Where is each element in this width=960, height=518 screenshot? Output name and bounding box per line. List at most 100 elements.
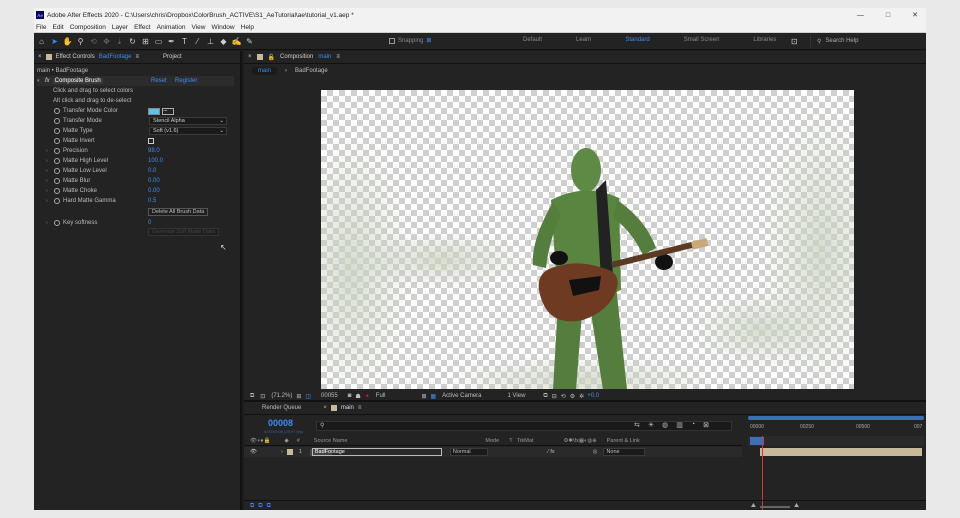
trkmat-header[interactable]: TrkMat xyxy=(517,438,534,444)
current-time[interactable]: 00055 xyxy=(321,393,338,399)
project-tab[interactable]: Project xyxy=(163,54,182,60)
rotation-tool-icon[interactable]: ↻ xyxy=(127,36,138,47)
timeline-timecode[interactable]: 00008 xyxy=(268,418,293,428)
comp-tab-main[interactable]: main xyxy=(252,67,278,75)
stopwatch-icon[interactable] xyxy=(54,168,60,174)
selection-tool-icon[interactable]: ➤ xyxy=(49,36,60,47)
layer-switches-icon[interactable]: ⁄ fx xyxy=(548,449,555,455)
flowchart-icon[interactable]: ⟲ xyxy=(561,393,566,400)
grid-icon[interactable]: ⊞ xyxy=(296,393,301,400)
ruler-track[interactable] xyxy=(748,436,924,446)
current-time-indicator-line[interactable] xyxy=(762,436,763,510)
menu-help[interactable]: Help xyxy=(241,24,254,31)
close-panel-icon[interactable]: × xyxy=(38,54,42,60)
comp-mini-flowchart-icon[interactable]: ⇆ xyxy=(634,421,640,429)
snapping-toggle[interactable]: Snapping ⊠ xyxy=(389,37,431,44)
resolution-dropdown[interactable]: Full xyxy=(376,393,386,399)
menu-effect[interactable]: Effect xyxy=(134,24,151,31)
key-softness-value[interactable]: 0 xyxy=(148,220,151,226)
dolly-camera-icon[interactable]: ⇣ xyxy=(114,36,125,47)
layer-name[interactable]: BadFootage xyxy=(311,448,442,456)
zoom-out-icon[interactable]: ⛰ xyxy=(751,503,756,510)
eraser-tool-icon[interactable]: ◆ xyxy=(218,36,229,47)
clone-stamp-icon[interactable]: ⊥ xyxy=(205,36,216,47)
always-preview-icon[interactable]: ⧉ xyxy=(250,393,254,400)
search-help-input[interactable]: Search Help xyxy=(825,38,858,44)
matte-choke-value[interactable]: 0.00 xyxy=(148,188,160,194)
comp-breadcrumb-layer[interactable]: BadFootage xyxy=(295,68,328,74)
expand-layer-icon[interactable]: › xyxy=(281,449,283,455)
effect-controls-tab[interactable]: Effect Controls xyxy=(56,54,95,60)
menu-file[interactable]: File xyxy=(36,24,46,31)
stopwatch-icon[interactable] xyxy=(54,108,60,114)
visibility-icon[interactable]: 👁 xyxy=(250,449,257,455)
matte-low-value[interactable]: 0.0 xyxy=(148,168,156,174)
show-snapshot-icon[interactable]: ☗ xyxy=(355,393,360,400)
magnification-dropdown[interactable]: (71.2%) xyxy=(271,393,292,399)
stopwatch-icon[interactable] xyxy=(54,198,60,204)
zoom-in-icon[interactable]: ⛰ xyxy=(794,503,799,510)
stopwatch-icon[interactable] xyxy=(54,158,60,164)
source-name-header[interactable]: Source Name xyxy=(314,438,348,444)
workspace-default[interactable]: Default xyxy=(523,37,542,43)
stopwatch-icon[interactable] xyxy=(54,188,60,194)
menu-edit[interactable]: Edit xyxy=(52,24,63,31)
soft-matte-button[interactable]: Generate Soft Matte Data xyxy=(148,228,219,236)
matte-blur-value[interactable]: 0.00 xyxy=(148,178,160,184)
exposure-icon[interactable]: ✲ xyxy=(579,393,584,400)
matte-high-value[interactable]: 100.0 xyxy=(148,158,163,164)
snapshot-icon[interactable]: ◙ xyxy=(348,393,352,399)
effect-controls-layer-tab[interactable]: BadFootage xyxy=(99,54,132,60)
toggle-modes-icon[interactable]: ⧉ xyxy=(258,503,262,510)
matte-invert-checkbox[interactable] xyxy=(148,138,154,144)
menu-layer[interactable]: Layer xyxy=(112,24,128,31)
workspace-learn[interactable]: Learn xyxy=(576,37,591,43)
panel-menu-icon[interactable]: ≡ xyxy=(358,405,362,411)
lock-icon[interactable]: 🔓 xyxy=(268,54,275,61)
pick-whip-icon[interactable]: ◎ xyxy=(593,449,598,455)
composition-viewer[interactable] xyxy=(321,90,854,390)
hand-tool-icon[interactable]: ✋ xyxy=(62,36,73,47)
work-area-bar[interactable] xyxy=(748,416,924,420)
workspace-menu-icon[interactable]: ⊡ xyxy=(791,37,798,46)
render-queue-tab[interactable]: Render Queue xyxy=(262,405,301,411)
channel-icon[interactable]: ✦ xyxy=(365,393,370,400)
close-button[interactable]: ✕ xyxy=(912,11,918,19)
3d-renderer-icon[interactable]: ⚙ xyxy=(570,393,575,400)
stopwatch-icon[interactable] xyxy=(54,138,60,144)
delete-brush-data-button[interactable]: Delete All Brush Data xyxy=(148,208,209,216)
eyedropper-icon[interactable]: ⊸ xyxy=(162,107,174,115)
mode-header[interactable]: Mode xyxy=(485,438,499,444)
parent-link-header[interactable]: Parent & Link xyxy=(607,438,640,444)
graph-editor-icon[interactable]: ⊠ xyxy=(703,421,709,429)
fast-preview-icon[interactable]: ⧉ xyxy=(543,393,547,400)
menu-animation[interactable]: Animation xyxy=(157,24,186,31)
expand-icon[interactable]: ▾ xyxy=(37,78,45,84)
hard-matte-gamma-value[interactable]: 0.5 xyxy=(148,198,156,204)
menu-window[interactable]: Window xyxy=(212,24,235,31)
workspace-small-screen[interactable]: Small Screen xyxy=(684,37,720,43)
toggle-in-out-icon[interactable]: ⧉ xyxy=(267,503,271,510)
search-help-field[interactable]: ⚲ Search Help xyxy=(810,35,926,47)
snapping-checkbox[interactable] xyxy=(389,37,395,44)
camera-dropdown[interactable]: Active Camera xyxy=(442,393,481,399)
panel-menu-icon[interactable]: ≡ xyxy=(135,54,139,60)
region-icon[interactable]: ⊠ xyxy=(421,393,426,400)
stopwatch-icon[interactable] xyxy=(54,148,60,154)
close-panel-icon[interactable]: × xyxy=(323,405,327,411)
pan-camera-icon[interactable]: ✥ xyxy=(101,36,112,47)
menu-view[interactable]: View xyxy=(192,24,206,31)
workspace-libraries[interactable]: Libraries xyxy=(753,37,776,43)
rectangle-tool-icon[interactable]: ▭ xyxy=(153,36,164,47)
parent-dropdown[interactable]: None xyxy=(603,448,646,456)
views-dropdown[interactable]: 1 View xyxy=(508,393,526,399)
time-ruler[interactable]: 00000 00250 00500 007 xyxy=(748,424,924,436)
fx-icon[interactable]: fx xyxy=(45,78,50,84)
layer-row[interactable]: 👁 › 1 BadFootage Normal ⁄ fx ◎ None xyxy=(244,447,742,457)
layer-mode-dropdown[interactable]: Normal xyxy=(449,448,488,456)
snap-options-icon[interactable]: ⊠ xyxy=(426,37,431,44)
zoom-tool-icon[interactable]: ⚲ xyxy=(75,36,86,47)
brush-tool-icon[interactable]: ⁄ xyxy=(192,36,203,47)
puppet-pin-icon[interactable]: ✎ xyxy=(244,36,255,47)
timeline-comp-tab[interactable]: main xyxy=(341,405,354,411)
